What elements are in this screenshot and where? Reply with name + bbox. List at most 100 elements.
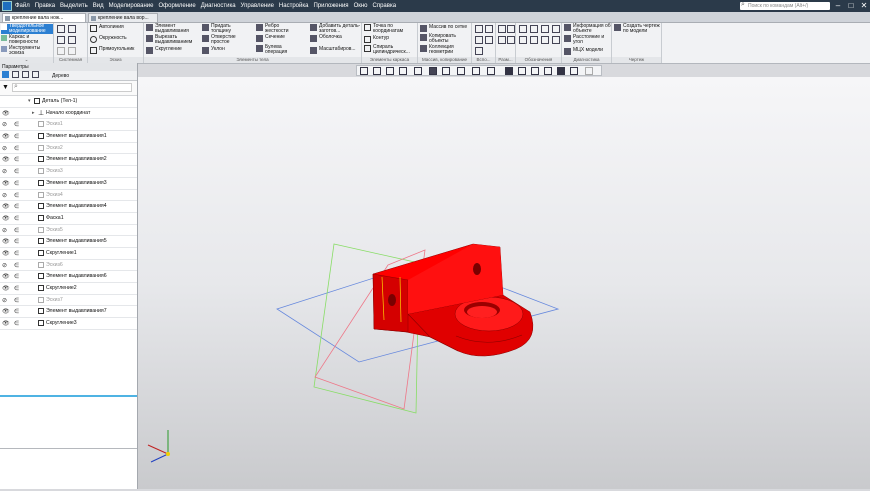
tree-node-row[interactable]: 👁 ∈ Фаска1 [0, 213, 137, 225]
collapse-icon[interactable]: ▾ [28, 98, 31, 104]
thread-icon[interactable] [519, 36, 527, 44]
undo-icon[interactable] [57, 47, 65, 55]
axis-icon[interactable] [485, 25, 493, 33]
perspective-icon[interactable] [472, 67, 480, 75]
mode-solid[interactable]: Твердотельное моделирование [1, 24, 53, 34]
tree-node-row[interactable]: 👁 ∈ Элемент выдавливания3 [0, 178, 137, 190]
scale-button[interactable]: Масштабиров... [310, 47, 356, 54]
tree-node-row[interactable]: ⊘ ∈ Эскиз4 [0, 190, 137, 202]
hidden-eye-icon[interactable]: ⊘ [2, 146, 7, 152]
hidden-eye-icon[interactable]: ⊘ [2, 122, 7, 128]
extrude-button[interactable]: Элемент выдавливания [146, 24, 201, 34]
relation-icon[interactable]: ∈ [14, 274, 19, 280]
menu-diagnostics[interactable]: Диагностика [201, 3, 236, 9]
offset-plane-icon[interactable] [475, 36, 483, 44]
distance-angle-button[interactable]: Расстояние и угол [564, 35, 611, 45]
eye-icon[interactable]: 👁 [2, 111, 10, 117]
hidden-eye-icon[interactable]: ⊘ [2, 193, 7, 199]
menu-view[interactable]: Вид [93, 3, 104, 9]
menu-select[interactable]: Выделить [60, 3, 88, 9]
orientation-icon[interactable] [414, 67, 422, 75]
shaded-icon[interactable] [429, 67, 437, 75]
model-viewport[interactable] [138, 77, 870, 489]
mass-properties-button[interactable]: МЦХ модели [564, 48, 603, 55]
aux-point-icon[interactable] [485, 36, 493, 44]
add-blank-button[interactable]: Добавить деталь-заготов... [310, 24, 365, 34]
tree-node-row[interactable]: 👁 ∈ Скругление3 [0, 318, 137, 330]
grid-array-button[interactable]: Массив по сетке [420, 25, 467, 32]
menu-help[interactable]: Справка [373, 3, 397, 9]
relation-icon[interactable]: ∈ [14, 298, 19, 304]
draft-button[interactable]: Уклон [202, 47, 225, 54]
hidden-eye-icon[interactable]: ⊘ [2, 298, 7, 304]
relation-icon[interactable]: ∈ [14, 122, 19, 128]
tree-node-row[interactable]: 👁 ∈ Элемент выдавливания4 [0, 201, 137, 213]
table-icon[interactable] [552, 36, 560, 44]
tree-node-row[interactable]: ⊘ ∈ Эскиз3 [0, 166, 137, 178]
relation-icon[interactable]: ∈ [14, 263, 19, 269]
menu-apps[interactable]: Приложения [313, 3, 348, 9]
relation-icon[interactable]: ∈ [14, 193, 19, 199]
eye-icon[interactable]: 👁 [2, 251, 10, 257]
visibility-icon[interactable] [518, 67, 526, 75]
select-filter-icon[interactable] [570, 67, 578, 75]
menu-control[interactable]: Управление [241, 3, 274, 9]
fillet-button[interactable]: Скругление [146, 47, 182, 54]
plane-icon[interactable] [475, 25, 483, 33]
pencil-icon[interactable] [585, 67, 593, 75]
eye-icon[interactable]: 👁 [2, 204, 10, 210]
geometry-collection-button[interactable]: Коллекция геометрии [420, 45, 469, 55]
tree-node-row[interactable]: ⊘ ∈ Эскиз7 [0, 295, 137, 307]
zoom-window-icon[interactable] [373, 67, 381, 75]
boolean-button[interactable]: Булева операция [256, 45, 301, 55]
helix-button[interactable]: Спираль цилиндрическ... [364, 45, 415, 55]
eye-icon[interactable]: 👁 [2, 216, 10, 222]
layers-tab-icon[interactable] [32, 71, 39, 78]
relation-icon[interactable]: ∈ [14, 321, 19, 327]
mode-surfaces[interactable]: Каркас и поверхности [1, 35, 53, 45]
menu-window[interactable]: Окно [354, 3, 368, 9]
diameter-dimension-icon[interactable] [507, 36, 515, 44]
relation-icon[interactable]: ∈ [14, 169, 19, 175]
maximize-icon[interactable]: □ [845, 0, 857, 12]
filter-icon[interactable]: ▼ [2, 84, 9, 91]
ruler-icon[interactable] [544, 67, 552, 75]
roughness-icon[interactable] [519, 25, 527, 33]
hidden-eye-icon[interactable]: ⊘ [2, 169, 7, 175]
menu-modeling[interactable]: Моделирование [109, 3, 154, 9]
eye-icon[interactable]: 👁 [2, 309, 10, 315]
tree-node-row[interactable]: ⊘ ∈ Эскиз6 [0, 260, 137, 272]
tab-document-1[interactable]: крепление вала нож... [2, 13, 86, 22]
menu-settings[interactable]: Настройка [279, 3, 309, 9]
tree-node-row[interactable]: 👁 ∈ Элемент выдавливания7 [0, 306, 137, 319]
eye-icon[interactable]: 👁 [2, 286, 10, 292]
eye-icon[interactable]: 👁 [2, 134, 10, 140]
menu-file[interactable]: Файл [15, 3, 30, 9]
cut-extrude-button[interactable]: Вырезать выдавливанием [146, 35, 201, 45]
zoom-icon[interactable] [360, 67, 368, 75]
open-icon[interactable] [68, 25, 76, 33]
object-info-button[interactable]: Информация об объекте [564, 24, 611, 34]
relation-icon[interactable]: ∈ [14, 216, 19, 222]
relation-icon[interactable]: ∈ [14, 157, 19, 163]
relation-icon[interactable]: ∈ [14, 134, 19, 140]
contour-button[interactable]: Контур [364, 36, 389, 43]
create-drawing-button[interactable]: Создать чертеж по модели [614, 24, 661, 34]
relation-icon[interactable]: ∈ [14, 251, 19, 257]
new-file-icon[interactable] [57, 25, 65, 33]
eye-icon[interactable]: 👁 [2, 239, 10, 245]
autoline-button[interactable]: Автолиния [90, 25, 124, 32]
pan-icon[interactable] [386, 67, 394, 75]
eye-icon[interactable]: 👁 [2, 274, 10, 280]
relation-icon[interactable]: ∈ [14, 286, 19, 292]
dimension-icon[interactable] [498, 25, 506, 33]
rotate-icon[interactable] [399, 67, 407, 75]
tab-document-2[interactable]: крепление вала вор... [88, 13, 158, 22]
save-icon[interactable] [57, 36, 65, 44]
mark-icon[interactable] [530, 36, 538, 44]
tolerance-icon[interactable] [552, 25, 560, 33]
command-search-input[interactable]: Поиск по командам (Alt+/) [740, 1, 830, 10]
tree-node-row[interactable]: ⊘ ∈ Эскиз1 [0, 119, 137, 132]
base-icon[interactable] [541, 25, 549, 33]
close-icon[interactable]: ✕ [858, 0, 870, 12]
